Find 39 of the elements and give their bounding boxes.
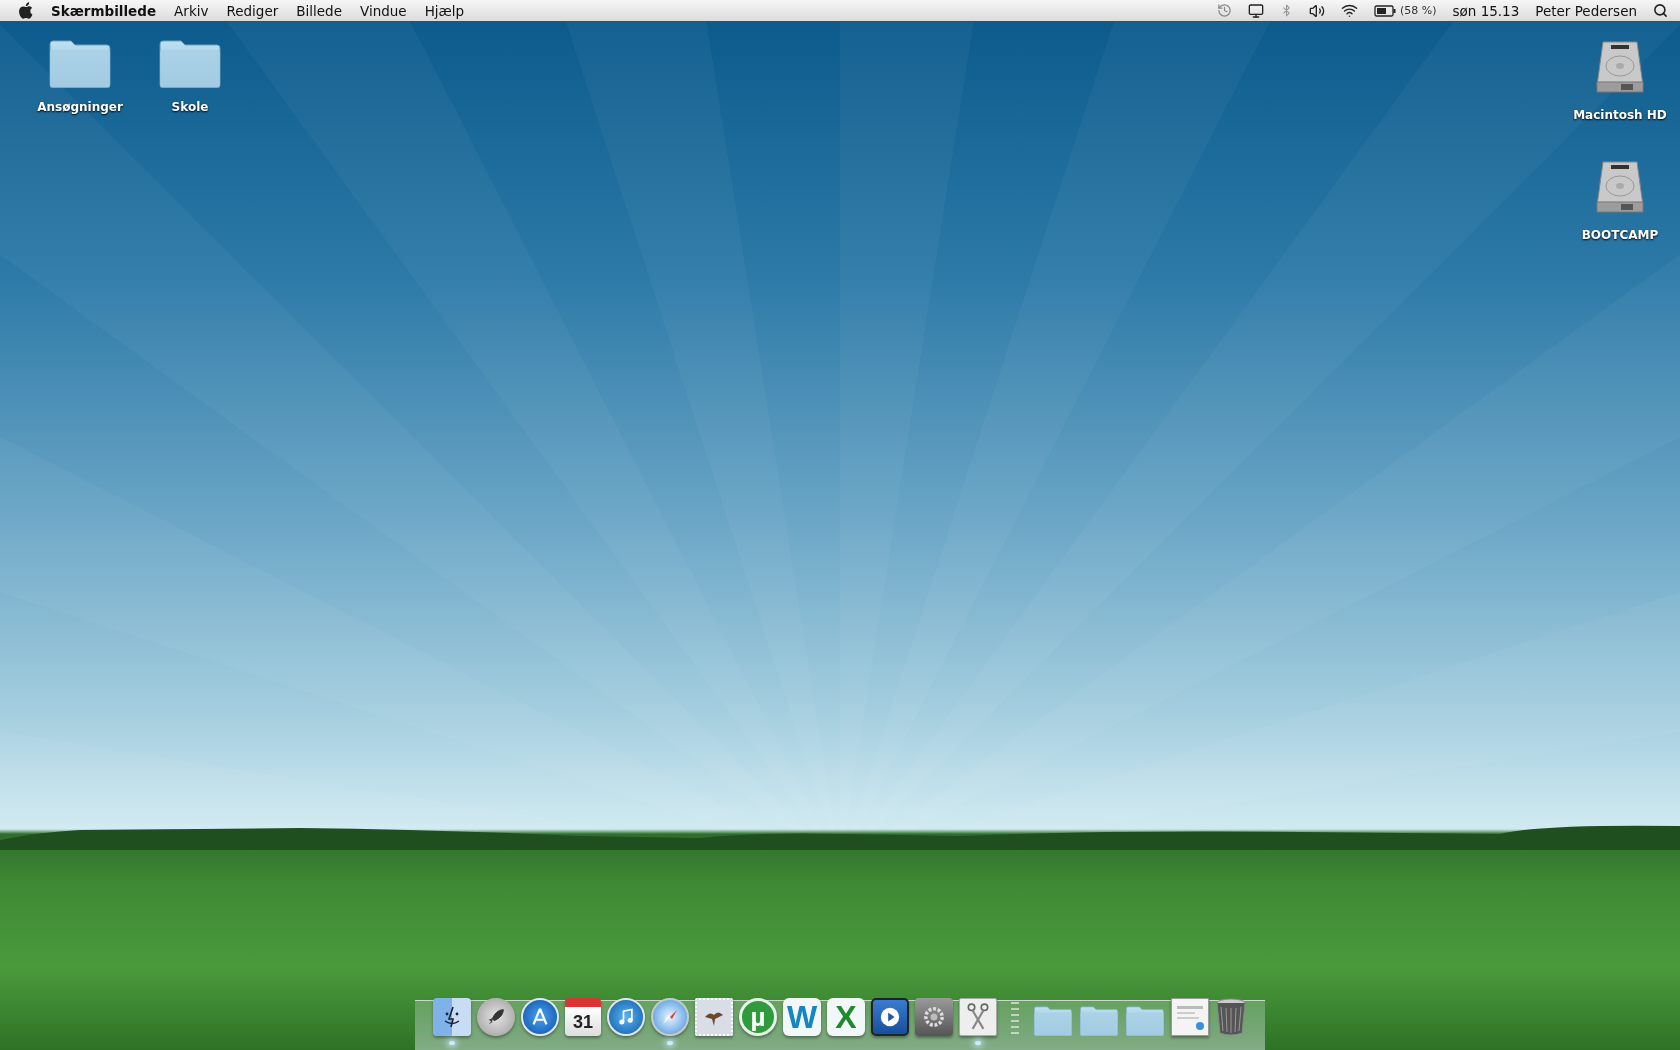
torrent-icon[interactable]: µ <box>739 998 777 1036</box>
menu-item[interactable]: Rediger <box>226 2 279 19</box>
icon-label: Macintosh HD <box>1573 108 1667 122</box>
apple-icon[interactable] <box>18 2 33 19</box>
icon-label: BOOTCAMP <box>1581 228 1659 242</box>
folder-icon[interactable] <box>158 38 222 88</box>
icon-label: Skole <box>171 99 209 114</box>
trash-icon[interactable] <box>1215 998 1247 1036</box>
spreadsheet-icon[interactable]: X <box>827 998 865 1036</box>
user-name[interactable]: Peter Pedersen <box>1535 2 1637 19</box>
running-indicator <box>975 1041 981 1045</box>
menu-item[interactable]: Vindue <box>359 2 407 19</box>
volume-icon[interactable] <box>1308 2 1325 19</box>
scissors-icon[interactable] <box>959 998 997 1036</box>
running-indicator <box>667 1041 673 1045</box>
calendar-icon[interactable]: 31 <box>565 998 601 1036</box>
compass-icon[interactable] <box>651 998 689 1036</box>
menu-item[interactable]: Arkiv <box>174 2 209 19</box>
folder-icon[interactable] <box>48 38 112 88</box>
display-icon[interactable] <box>1247 2 1264 19</box>
clock[interactable]: søn 15.13 <box>1452 2 1520 19</box>
wifi-icon[interactable] <box>1340 2 1358 19</box>
search-icon[interactable] <box>1653 3 1668 18</box>
menu-item[interactable]: Hjælp <box>424 2 465 19</box>
stamp-icon[interactable] <box>695 998 733 1036</box>
music-note-icon[interactable] <box>607 998 645 1036</box>
history-clock-icon[interactable] <box>1216 3 1232 18</box>
document-icon[interactable] <box>1171 998 1209 1036</box>
icon-label: Ansøgninger <box>37 99 123 114</box>
battery-icon[interactable] <box>1373 4 1396 17</box>
running-indicator <box>449 1041 455 1045</box>
gear-icon[interactable] <box>915 998 953 1036</box>
app-store-icon[interactable] <box>521 998 559 1036</box>
battery-percentage: (58 %) <box>1399 4 1437 17</box>
menu-item[interactable]: Billede <box>296 2 342 19</box>
word-icon[interactable]: W <box>783 998 821 1036</box>
app-menu[interactable]: Skærmbillede <box>51 2 157 19</box>
smiling-face-icon[interactable] <box>433 998 471 1036</box>
play-icon[interactable] <box>871 998 909 1036</box>
